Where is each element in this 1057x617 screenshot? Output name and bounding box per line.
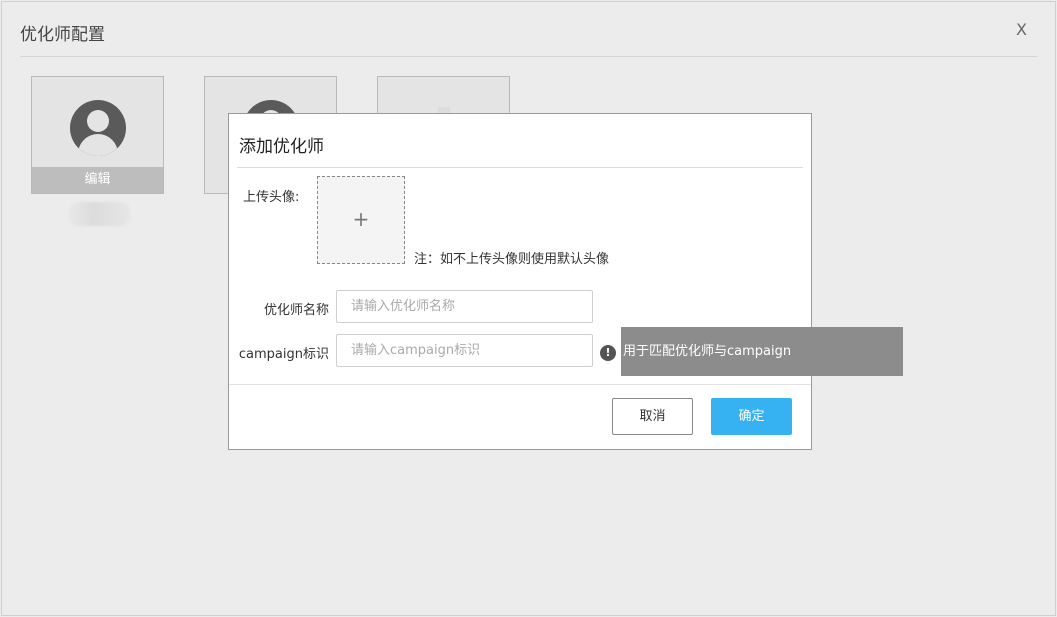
- campaign-tooltip: 用于匹配优化师与campaign: [621, 327, 903, 376]
- name-label: 优化师名称: [263, 303, 329, 318]
- window-divider: [20, 56, 1037, 57]
- name-input[interactable]: [336, 290, 593, 323]
- campaign-label: campaign标识: [238, 347, 329, 362]
- add-optimizer-dialog: 添加优化师 上传头像: + 注：如不上传头像则使用默认头像 优化师名称 camp…: [228, 113, 812, 450]
- footer-divider: [229, 384, 811, 385]
- close-button[interactable]: X: [1016, 20, 1027, 39]
- info-icon[interactable]: !: [600, 345, 616, 361]
- window-title: 优化师配置: [20, 25, 105, 45]
- dialog-title: 添加优化师: [239, 137, 324, 157]
- optimizer-card[interactable]: 编辑: [31, 76, 164, 194]
- dialog-divider: [237, 167, 803, 168]
- optimizer-name-blurred: [69, 202, 130, 226]
- upload-avatar-label: 上传头像:: [243, 190, 300, 205]
- plus-icon: +: [352, 207, 370, 231]
- campaign-input[interactable]: [336, 334, 593, 367]
- cancel-button[interactable]: 取消: [612, 398, 693, 435]
- confirm-button[interactable]: 确定: [711, 398, 792, 435]
- upload-note: 注：如不上传头像则使用默认头像: [414, 252, 610, 267]
- avatar-icon: [70, 100, 126, 156]
- edit-button[interactable]: 编辑: [32, 167, 163, 193]
- upload-avatar-button[interactable]: +: [317, 176, 405, 264]
